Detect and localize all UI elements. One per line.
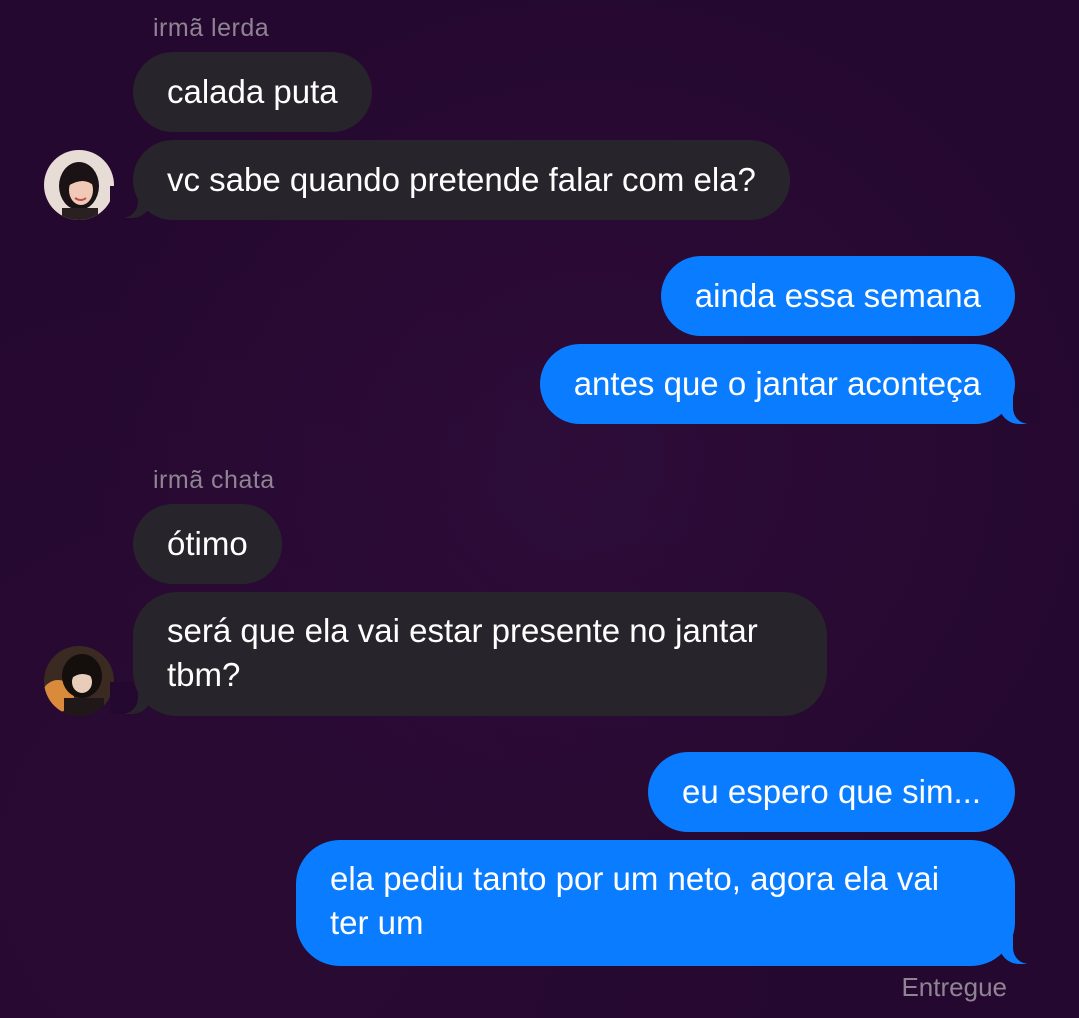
avatar-photo-icon <box>44 150 114 220</box>
delivery-status: Entregue <box>901 972 1007 1002</box>
received-message[interactable]: ótimo <box>133 504 282 584</box>
sent-message[interactable]: eu espero que sim... <box>648 752 1015 832</box>
sent-message[interactable]: antes que o jantar aconteça <box>539 344 1015 424</box>
received-message[interactable]: será que ela vai estar presente no janta… <box>133 592 827 716</box>
received-message[interactable]: vc sabe quando pretende falar com ela? <box>133 140 790 220</box>
sender-name: irmã chata <box>153 466 275 494</box>
sent-message[interactable]: ela pediu tanto por um neto, agora ela v… <box>296 840 1015 966</box>
received-message[interactable]: calada puta <box>133 52 372 132</box>
sent-message[interactable]: ainda essa semana <box>660 256 1015 336</box>
sender-name: irmã lerda <box>153 14 270 42</box>
contact-avatar[interactable] <box>44 150 114 220</box>
avatar-photo-icon <box>44 646 114 716</box>
contact-avatar[interactable] <box>44 646 114 716</box>
